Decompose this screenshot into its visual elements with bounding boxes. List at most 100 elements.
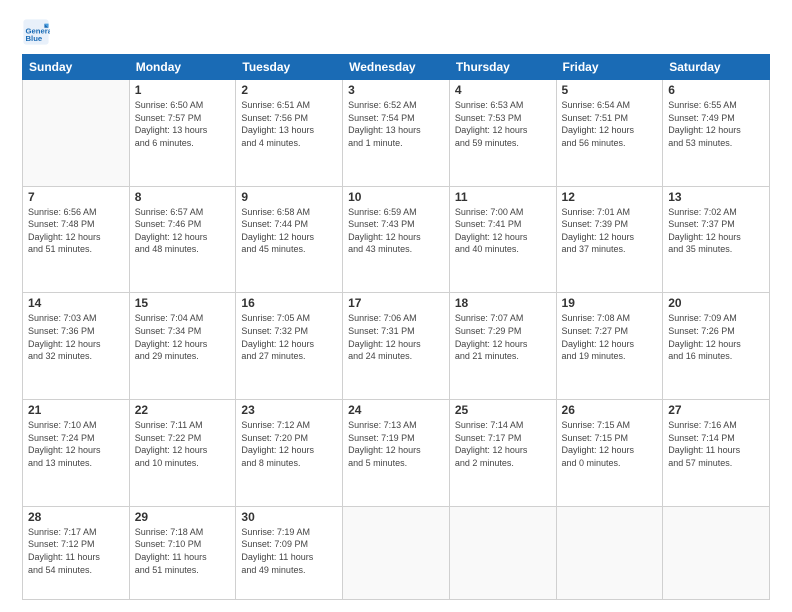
calendar-cell xyxy=(556,506,663,599)
day-number: 30 xyxy=(241,510,337,524)
day-info: Sunrise: 6:50 AM Sunset: 7:57 PM Dayligh… xyxy=(135,99,231,149)
calendar-cell: 25 Sunrise: 7:14 AM Sunset: 7:17 PM Dayli… xyxy=(449,400,556,507)
day-info: Sunrise: 6:58 AM Sunset: 7:44 PM Dayligh… xyxy=(241,206,337,256)
day-number: 8 xyxy=(135,190,231,204)
weekday-header-thursday: Thursday xyxy=(449,55,556,80)
calendar-cell xyxy=(23,80,130,187)
calendar-cell: 20 Sunrise: 7:09 AM Sunset: 7:26 PM Dayli… xyxy=(663,293,770,400)
day-number: 17 xyxy=(348,296,444,310)
day-number: 4 xyxy=(455,83,551,97)
calendar-cell xyxy=(343,506,450,599)
page: General Blue SundayMondayTuesdayWednesda… xyxy=(0,0,792,612)
day-number: 23 xyxy=(241,403,337,417)
calendar-cell: 24 Sunrise: 7:13 AM Sunset: 7:19 PM Dayli… xyxy=(343,400,450,507)
day-number: 24 xyxy=(348,403,444,417)
calendar-cell: 12 Sunrise: 7:01 AM Sunset: 7:39 PM Dayli… xyxy=(556,186,663,293)
day-info: Sunrise: 7:07 AM Sunset: 7:29 PM Dayligh… xyxy=(455,312,551,362)
day-info: Sunrise: 7:02 AM Sunset: 7:37 PM Dayligh… xyxy=(668,206,764,256)
header: General Blue xyxy=(22,18,770,46)
calendar-cell: 4 Sunrise: 6:53 AM Sunset: 7:53 PM Daylig… xyxy=(449,80,556,187)
day-number: 10 xyxy=(348,190,444,204)
day-number: 15 xyxy=(135,296,231,310)
day-number: 18 xyxy=(455,296,551,310)
calendar-cell: 21Sunrise: 7:10 AM Sunset: 7:24 PM Dayli… xyxy=(23,400,130,507)
day-number: 19 xyxy=(562,296,658,310)
day-number: 1 xyxy=(135,83,231,97)
calendar-cell: 19 Sunrise: 7:08 AM Sunset: 7:27 PM Dayli… xyxy=(556,293,663,400)
day-info: Sunrise: 6:56 AM Sunset: 7:48 PM Dayligh… xyxy=(28,206,124,256)
calendar-table: SundayMondayTuesdayWednesdayThursdayFrid… xyxy=(22,54,770,600)
calendar-week-row: 28Sunrise: 7:17 AM Sunset: 7:12 PM Dayli… xyxy=(23,506,770,599)
calendar-week-row: 21Sunrise: 7:10 AM Sunset: 7:24 PM Dayli… xyxy=(23,400,770,507)
day-number: 29 xyxy=(135,510,231,524)
weekday-header-monday: Monday xyxy=(129,55,236,80)
calendar-cell: 5 Sunrise: 6:54 AM Sunset: 7:51 PM Daylig… xyxy=(556,80,663,187)
calendar-cell: 16 Sunrise: 7:05 AM Sunset: 7:32 PM Dayli… xyxy=(236,293,343,400)
day-info: Sunrise: 6:52 AM Sunset: 7:54 PM Dayligh… xyxy=(348,99,444,149)
day-info: Sunrise: 7:00 AM Sunset: 7:41 PM Dayligh… xyxy=(455,206,551,256)
day-number: 6 xyxy=(668,83,764,97)
day-info: Sunrise: 7:03 AM Sunset: 7:36 PM Dayligh… xyxy=(28,312,124,362)
calendar-cell: 30 Sunrise: 7:19 AM Sunset: 7:09 PM Dayli… xyxy=(236,506,343,599)
day-info: Sunrise: 6:55 AM Sunset: 7:49 PM Dayligh… xyxy=(668,99,764,149)
calendar-cell: 6 Sunrise: 6:55 AM Sunset: 7:49 PM Daylig… xyxy=(663,80,770,187)
calendar-cell: 29 Sunrise: 7:18 AM Sunset: 7:10 PM Dayli… xyxy=(129,506,236,599)
day-info: Sunrise: 7:04 AM Sunset: 7:34 PM Dayligh… xyxy=(135,312,231,362)
day-number: 26 xyxy=(562,403,658,417)
calendar-week-row: 14 Sunrise: 7:03 AM Sunset: 7:36 PM Dayli… xyxy=(23,293,770,400)
day-info: Sunrise: 7:15 AM Sunset: 7:15 PM Dayligh… xyxy=(562,419,658,469)
calendar-cell: 2 Sunrise: 6:51 AM Sunset: 7:56 PM Daylig… xyxy=(236,80,343,187)
day-info: Sunrise: 7:17 AM Sunset: 7:12 PM Dayligh… xyxy=(28,526,124,576)
calendar-cell: 22 Sunrise: 7:11 AM Sunset: 7:22 PM Dayli… xyxy=(129,400,236,507)
day-number: 16 xyxy=(241,296,337,310)
day-info: Sunrise: 7:18 AM Sunset: 7:10 PM Dayligh… xyxy=(135,526,231,576)
calendar-cell: 28Sunrise: 7:17 AM Sunset: 7:12 PM Dayli… xyxy=(23,506,130,599)
calendar-cell: 7 Sunrise: 6:56 AM Sunset: 7:48 PM Daylig… xyxy=(23,186,130,293)
day-number: 22 xyxy=(135,403,231,417)
day-info: Sunrise: 6:59 AM Sunset: 7:43 PM Dayligh… xyxy=(348,206,444,256)
calendar-cell: 15 Sunrise: 7:04 AM Sunset: 7:34 PM Dayli… xyxy=(129,293,236,400)
calendar-cell: 23 Sunrise: 7:12 AM Sunset: 7:20 PM Dayli… xyxy=(236,400,343,507)
day-info: Sunrise: 6:54 AM Sunset: 7:51 PM Dayligh… xyxy=(562,99,658,149)
day-info: Sunrise: 7:08 AM Sunset: 7:27 PM Dayligh… xyxy=(562,312,658,362)
day-info: Sunrise: 7:19 AM Sunset: 7:09 PM Dayligh… xyxy=(241,526,337,576)
calendar-cell: 10 Sunrise: 6:59 AM Sunset: 7:43 PM Dayli… xyxy=(343,186,450,293)
weekday-header-friday: Friday xyxy=(556,55,663,80)
calendar-cell: 27Sunrise: 7:16 AM Sunset: 7:14 PM Dayli… xyxy=(663,400,770,507)
day-info: Sunrise: 7:01 AM Sunset: 7:39 PM Dayligh… xyxy=(562,206,658,256)
day-number: 13 xyxy=(668,190,764,204)
day-number: 9 xyxy=(241,190,337,204)
day-number: 12 xyxy=(562,190,658,204)
day-info: Sunrise: 6:51 AM Sunset: 7:56 PM Dayligh… xyxy=(241,99,337,149)
svg-text:Blue: Blue xyxy=(26,34,43,43)
calendar-cell: 1 Sunrise: 6:50 AM Sunset: 7:57 PM Daylig… xyxy=(129,80,236,187)
day-info: Sunrise: 7:14 AM Sunset: 7:17 PM Dayligh… xyxy=(455,419,551,469)
day-number: 5 xyxy=(562,83,658,97)
weekday-header-tuesday: Tuesday xyxy=(236,55,343,80)
day-info: Sunrise: 6:53 AM Sunset: 7:53 PM Dayligh… xyxy=(455,99,551,149)
day-number: 3 xyxy=(348,83,444,97)
day-number: 7 xyxy=(28,190,124,204)
calendar-cell: 26 Sunrise: 7:15 AM Sunset: 7:15 PM Dayli… xyxy=(556,400,663,507)
day-number: 21 xyxy=(28,403,124,417)
logo: General Blue xyxy=(22,18,52,46)
day-info: Sunrise: 7:11 AM Sunset: 7:22 PM Dayligh… xyxy=(135,419,231,469)
day-number: 11 xyxy=(455,190,551,204)
calendar-cell: 17 Sunrise: 7:06 AM Sunset: 7:31 PM Dayli… xyxy=(343,293,450,400)
calendar-cell: 8Sunrise: 6:57 AM Sunset: 7:46 PM Daylig… xyxy=(129,186,236,293)
calendar-cell: 13 Sunrise: 7:02 AM Sunset: 7:37 PM Dayli… xyxy=(663,186,770,293)
day-number: 14 xyxy=(28,296,124,310)
day-info: Sunrise: 7:13 AM Sunset: 7:19 PM Dayligh… xyxy=(348,419,444,469)
day-number: 20 xyxy=(668,296,764,310)
calendar-cell: 11 Sunrise: 7:00 AM Sunset: 7:41 PM Dayli… xyxy=(449,186,556,293)
day-number: 25 xyxy=(455,403,551,417)
day-info: Sunrise: 7:09 AM Sunset: 7:26 PM Dayligh… xyxy=(668,312,764,362)
calendar-cell xyxy=(449,506,556,599)
day-info: Sunrise: 7:05 AM Sunset: 7:32 PM Dayligh… xyxy=(241,312,337,362)
day-number: 27 xyxy=(668,403,764,417)
day-number: 2 xyxy=(241,83,337,97)
day-info: Sunrise: 7:06 AM Sunset: 7:31 PM Dayligh… xyxy=(348,312,444,362)
calendar-cell: 3 Sunrise: 6:52 AM Sunset: 7:54 PM Daylig… xyxy=(343,80,450,187)
calendar-cell: 18 Sunrise: 7:07 AM Sunset: 7:29 PM Dayli… xyxy=(449,293,556,400)
day-info: Sunrise: 7:12 AM Sunset: 7:20 PM Dayligh… xyxy=(241,419,337,469)
